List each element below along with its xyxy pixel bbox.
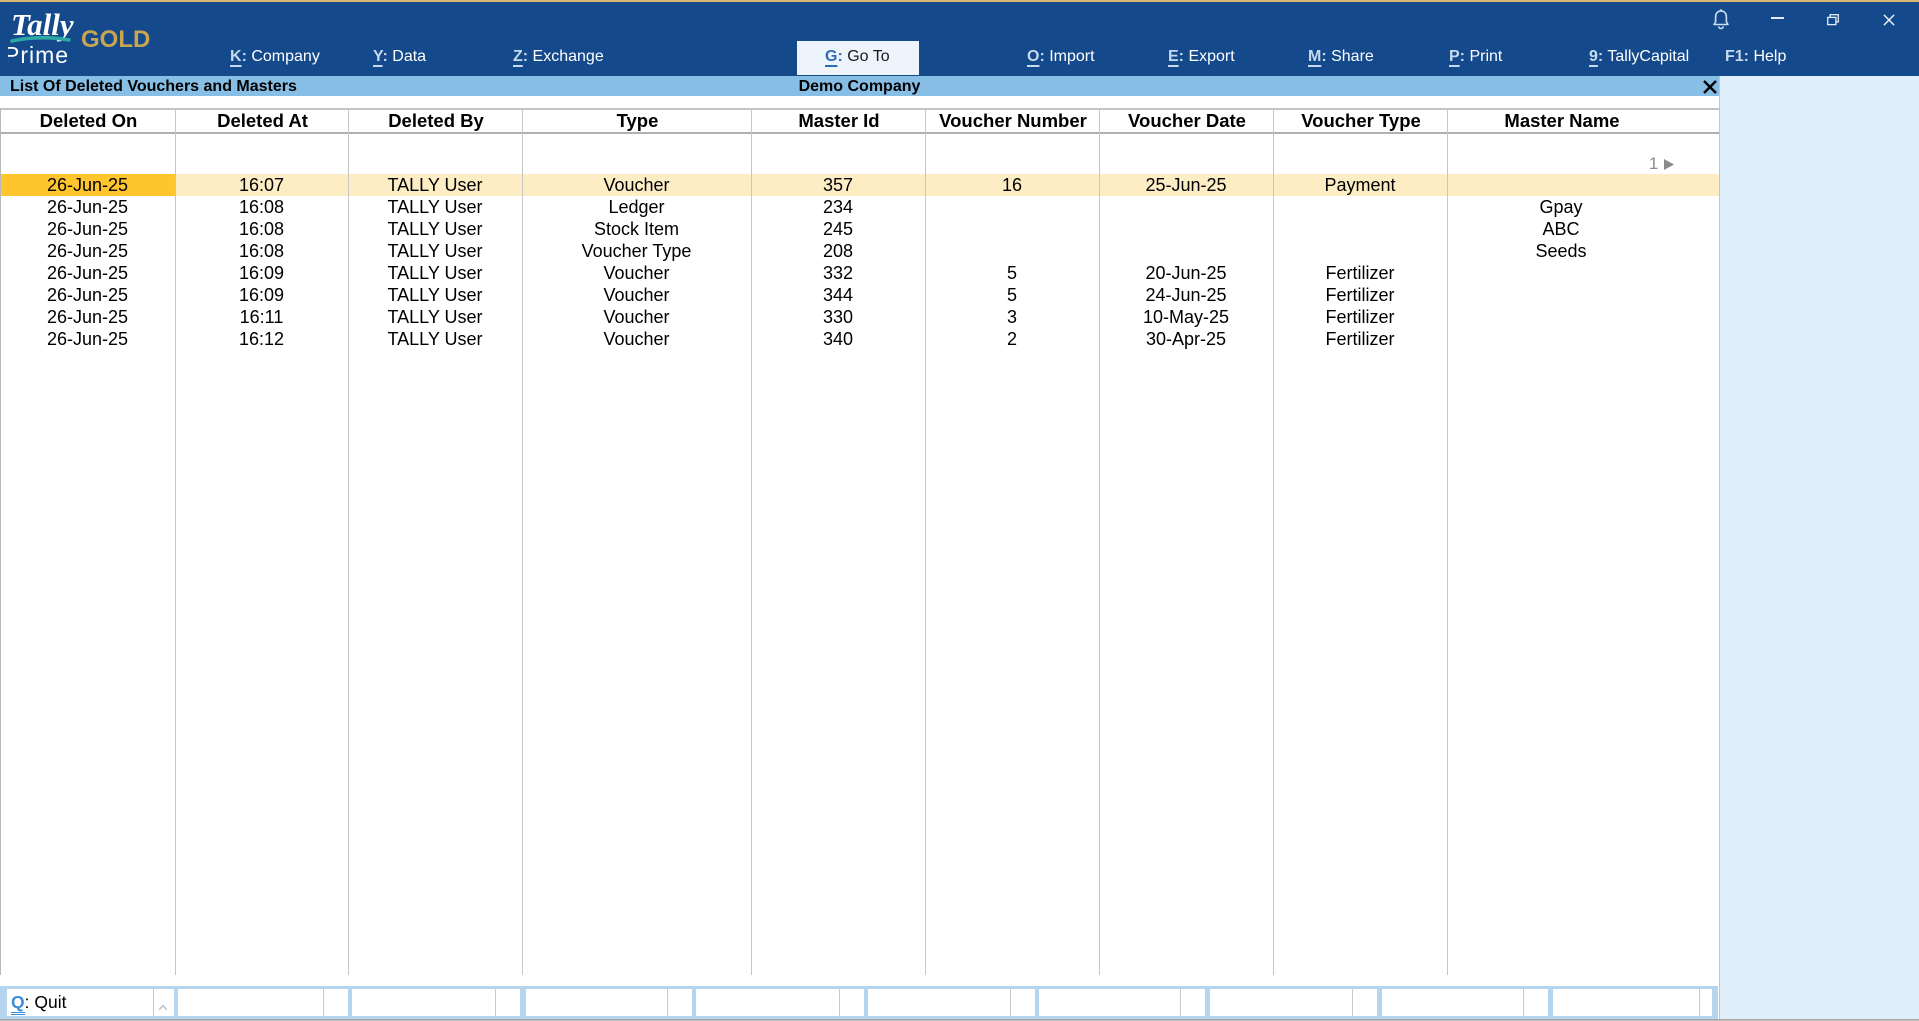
svg-text:Prime: Prime [8, 42, 69, 68]
